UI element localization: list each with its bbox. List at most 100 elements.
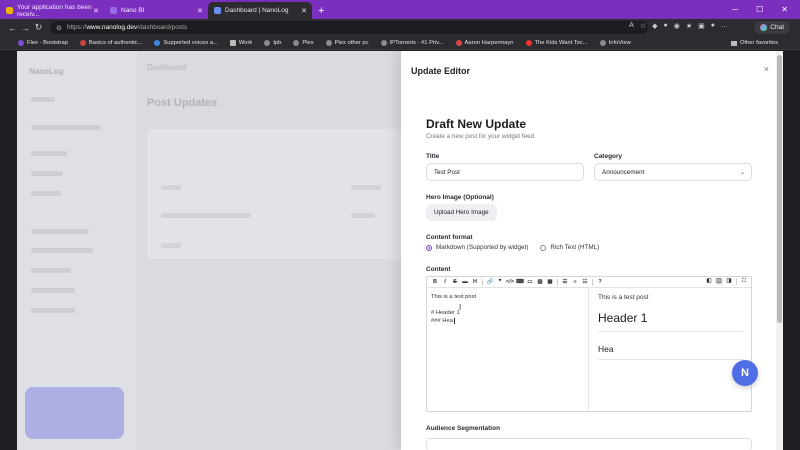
- window-controls: ─ ☐ ✕: [732, 0, 800, 19]
- close-icon[interactable]: ×: [764, 64, 769, 74]
- audience-segmentation-field[interactable]: [426, 438, 752, 450]
- editor-line: ### Hea: [431, 317, 584, 325]
- close-window-icon[interactable]: ✕: [781, 5, 788, 14]
- bookmark-item[interactable]: IPTorrents - #1 Priv...: [380, 39, 444, 46]
- bookmark-item[interactable]: tpb: [264, 39, 282, 46]
- preview-heading-1: Header 1: [598, 311, 743, 332]
- category-select[interactable]: Announcement ⌄: [594, 163, 752, 181]
- update-editor-panel: Update Editor × Draft New Update Create …: [401, 51, 783, 450]
- profile-avatar[interactable]: ●: [711, 22, 715, 30]
- new-tab-button[interactable]: +: [318, 5, 324, 17]
- browser-tab-3[interactable]: Dashboard | NanoLog ✕: [208, 2, 312, 19]
- browser-tab-bar: Your application has been receiv... ✕ Na…: [0, 0, 800, 19]
- title-input[interactable]: Test Post: [426, 163, 584, 181]
- bookmark-item[interactable]: InfoView: [599, 39, 631, 46]
- preview-mode-icon[interactable]: ◨: [725, 278, 733, 285]
- folder-icon: [730, 40, 737, 46]
- markdown-input[interactable]: This is a test post # Header 1 ### Hea: [427, 288, 589, 412]
- radio-rich-text[interactable]: [540, 244, 547, 251]
- page-viewport: NanoLog Dashboard Post Updates Update Ed…: [17, 51, 783, 450]
- chat-button[interactable]: Chat: [754, 21, 790, 34]
- bookmark-item[interactable]: Aaron Harpermayn: [455, 39, 514, 46]
- bookmark-item[interactable]: Supported voices a...: [154, 39, 218, 46]
- code-block-icon[interactable]: ⌨: [516, 279, 524, 285]
- comment-icon[interactable]: ▭: [526, 279, 534, 285]
- audience-segmentation-label: Audience Segmentation: [426, 425, 501, 432]
- browser-tab-1[interactable]: Your application has been receiv... ✕: [0, 2, 104, 19]
- tab-close-icon[interactable]: ✕: [93, 7, 99, 15]
- bookmark-icon: [18, 39, 24, 46]
- nanolog-icon: N: [741, 367, 749, 379]
- radio-markdown-label[interactable]: Markdown (Supported by widget): [436, 244, 528, 251]
- bookmark-item[interactable]: Flex - Bootstrap: [18, 39, 68, 46]
- tab-close-icon[interactable]: ✕: [197, 7, 203, 15]
- forward-icon[interactable]: →: [19, 23, 32, 33]
- minimize-icon[interactable]: ─: [732, 5, 738, 14]
- other-favorites-label: Other favorites: [739, 40, 778, 46]
- text-cursor-icon: I: [459, 303, 462, 312]
- site-info-icon[interactable]: ⚙: [56, 24, 62, 32]
- bookmark-label: Aaron Harpermayn: [464, 39, 514, 46]
- globe-icon: [264, 39, 271, 46]
- tab-favicon: [110, 7, 117, 14]
- more-menu-icon[interactable]: …: [721, 22, 728, 30]
- bookmark-icon: [525, 39, 532, 46]
- url-input[interactable]: ⚙ https://www.nanolog.dev/dashboard/post…: [50, 21, 648, 34]
- bookmark-item[interactable]: Plex: [293, 39, 314, 46]
- globe-icon: [380, 39, 387, 46]
- fullscreen-icon[interactable]: ⛶: [740, 278, 748, 285]
- extension-icon[interactable]: ◉: [674, 22, 680, 30]
- editor-line-text: ### Hea: [431, 318, 453, 324]
- unordered-list-icon[interactable]: ☰: [561, 279, 569, 285]
- tab-close-icon[interactable]: ✕: [301, 7, 307, 15]
- edit-mode-icon[interactable]: ◧: [705, 278, 713, 285]
- horizontal-rule-icon[interactable]: ▬: [461, 279, 469, 285]
- browser-tab-2[interactable]: Nano BI ✕: [104, 2, 208, 19]
- content-format-options: Markdown (Supported by widget) Rich Text…: [426, 244, 599, 251]
- read-aloud-icon[interactable]: A: [629, 22, 634, 30]
- code-icon[interactable]: </>: [506, 279, 514, 285]
- nanolog-widget-button[interactable]: N: [732, 360, 758, 386]
- quote-icon[interactable]: ❞: [496, 279, 504, 285]
- chat-label: Chat: [770, 24, 784, 31]
- help-icon[interactable]: ?: [596, 279, 604, 285]
- link-icon[interactable]: 🔗: [486, 279, 494, 285]
- ordered-list-icon[interactable]: ≡: [571, 279, 579, 285]
- radio-markdown[interactable]: [426, 244, 432, 251]
- bookmark-item[interactable]: Plex other pc: [325, 39, 369, 46]
- upload-hero-image-button[interactable]: Upload Hero Image: [426, 204, 497, 221]
- reload-icon[interactable]: ↻: [32, 22, 45, 33]
- scrollbar-thumb[interactable]: [777, 55, 782, 323]
- extension-icon[interactable]: ●: [664, 22, 668, 30]
- bookmark-item[interactable]: Work: [229, 39, 252, 46]
- text-caret: [453, 318, 455, 324]
- bookmark-label: Plex: [302, 39, 314, 46]
- bold-icon[interactable]: B: [431, 279, 439, 285]
- favorites-icon[interactable]: ★: [686, 22, 692, 30]
- table-icon[interactable]: ▦: [546, 279, 554, 285]
- extension-icon[interactable]: ◆: [652, 22, 657, 30]
- image-icon[interactable]: ▨: [536, 279, 544, 285]
- toolbar-divider: [592, 278, 593, 286]
- split-mode-icon[interactable]: ◫: [715, 278, 723, 285]
- task-list-icon[interactable]: ☷: [581, 279, 589, 285]
- favorite-star-icon[interactable]: ☆: [640, 22, 646, 30]
- back-icon[interactable]: ←: [6, 23, 19, 33]
- tab-favicon: [6, 7, 13, 14]
- bookmark-item[interactable]: The Kids Want Tec...: [525, 39, 588, 46]
- strikethrough-icon[interactable]: S: [451, 279, 459, 285]
- radio-rich-text-label[interactable]: Rich Text (HTML): [550, 244, 599, 251]
- bookmark-item[interactable]: Basics of authentic...: [79, 39, 142, 46]
- globe-icon: [293, 39, 300, 46]
- form-subheading: Create a new post for your widget feed.: [426, 133, 536, 140]
- panel-title: Update Editor: [411, 66, 471, 76]
- heading-icon[interactable]: H: [471, 279, 479, 285]
- panel-scrollbar[interactable]: [776, 51, 783, 450]
- bookmark-label: tpb: [273, 39, 282, 46]
- maximize-icon[interactable]: ☐: [756, 5, 763, 14]
- italic-icon[interactable]: I: [441, 279, 449, 285]
- bookmark-label: IPTorrents - #1 Priv...: [389, 39, 444, 46]
- folder-icon: [229, 39, 236, 46]
- collections-icon[interactable]: ▣: [698, 22, 705, 30]
- other-favorites[interactable]: Other favorites: [730, 36, 778, 50]
